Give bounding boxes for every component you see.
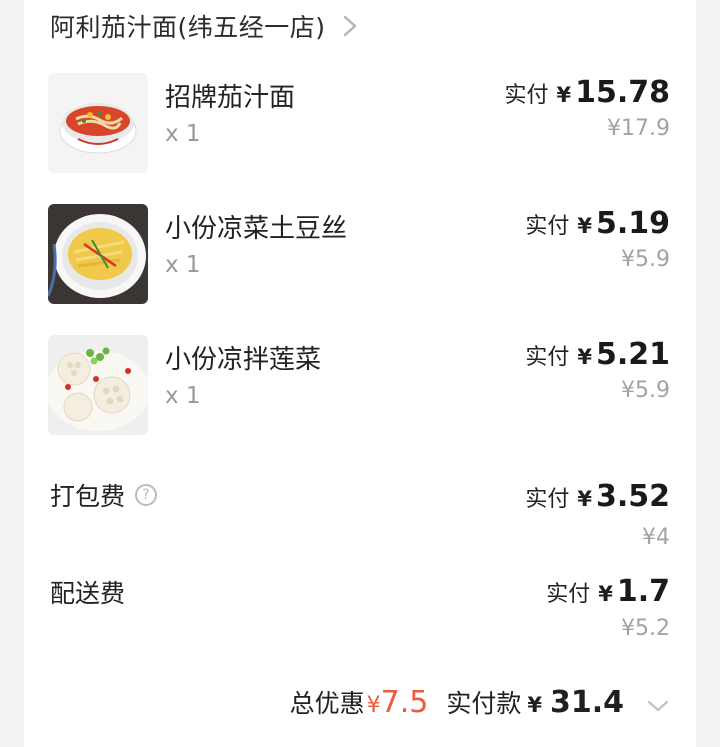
paid-label: 实付 — [525, 214, 570, 239]
paid-label: 实付 — [546, 582, 591, 607]
paid-currency: ¥ — [577, 214, 592, 238]
paid-amount: 5.21 — [595, 337, 670, 372]
total-label: 实付款 — [446, 689, 522, 718]
discount-label: 总优惠 — [289, 689, 365, 718]
item-name: 招牌茄汁面 — [165, 83, 296, 113]
paid-label: 实付 — [525, 345, 570, 370]
item-image-tomato-noodle — [48, 73, 148, 173]
item-paid-price: 实付 ¥ 15.78 — [504, 75, 670, 110]
item-name: 小份凉菜土豆丝 — [165, 214, 348, 244]
fee-paid-price: 实付 ¥ 1.7 — [546, 574, 670, 609]
paid-currency: ¥ — [577, 487, 592, 511]
order-item[interactable]: 小份凉拌莲菜 x 1 实付 ¥ 5.21 ¥5.9 — [48, 335, 670, 435]
item-name: 小份凉拌莲菜 — [165, 345, 322, 375]
fee-original-price: ¥5.2 — [621, 616, 670, 641]
paid-currency: ¥ — [577, 345, 592, 369]
discount-currency: ¥ — [366, 693, 381, 718]
delivery-fee-label-group: 配送费 — [50, 574, 125, 610]
delivery-fee-row: 配送费 实付 ¥ 1.7 ¥5.2 — [48, 574, 670, 664]
item-original-price: ¥5.9 — [621, 247, 670, 272]
item-original-price: ¥17.9 — [607, 116, 670, 141]
item-paid-price: 实付 ¥ 5.21 — [525, 337, 670, 372]
paid-amount: 15.78 — [575, 75, 670, 110]
fee-label: 打包费 — [50, 482, 126, 511]
discount-amount: 7.5 — [380, 685, 429, 720]
paid-amount: 1.7 — [616, 574, 670, 609]
fee-paid-price: 实付 ¥ 3.52 — [525, 479, 670, 514]
paid-amount: 3.52 — [595, 479, 670, 514]
total-currency: ¥ — [527, 693, 542, 717]
store-name: 阿利茄汁面(纬五经一店) — [50, 13, 326, 42]
item-image-shredded-potato — [48, 204, 148, 304]
order-item[interactable]: 小份凉菜土豆丝 x 1 实付 ¥ 5.19 ¥5.9 — [48, 204, 670, 304]
paid-label: 实付 — [504, 83, 549, 108]
order-item[interactable]: 招牌茄汁面 x 1 实付 ¥ 15.78 ¥17.9 — [48, 73, 670, 173]
chevron-right-icon — [343, 15, 356, 37]
order-card: 阿利茄汁面(纬五经一店) 招牌茄汁面 x 1 实付 ¥ 15.78 ¥17.9 … — [24, 0, 696, 747]
paid-label: 实付 — [525, 487, 570, 512]
fee-original-price: ¥4 — [642, 525, 670, 550]
item-image-lotus-root — [48, 335, 148, 435]
item-quantity: x 1 — [165, 121, 201, 147]
paid-currency: ¥ — [556, 83, 572, 107]
paid-amount: 5.19 — [595, 206, 670, 241]
item-quantity: x 1 — [165, 252, 201, 278]
order-summary[interactable]: 总优惠 ¥ 7.5 实付款 ¥ 31.4 — [48, 684, 670, 728]
item-original-price: ¥5.9 — [621, 378, 670, 403]
packaging-fee-row: 打包费 ? 实付 ¥ 3.52 ¥4 — [48, 477, 670, 567]
item-paid-price: 实付 ¥ 5.19 — [525, 206, 670, 241]
question-circle-icon[interactable]: ? — [135, 484, 158, 506]
store-header[interactable]: 阿利茄汁面(纬五经一店) — [50, 8, 360, 44]
paid-currency: ¥ — [598, 582, 613, 606]
chevron-down-icon[interactable] — [646, 696, 670, 716]
item-quantity: x 1 — [165, 383, 201, 409]
packaging-fee-label-group: 打包费 ? — [50, 477, 158, 513]
total-amount: 31.4 — [549, 685, 624, 720]
fee-label: 配送费 — [50, 579, 126, 608]
